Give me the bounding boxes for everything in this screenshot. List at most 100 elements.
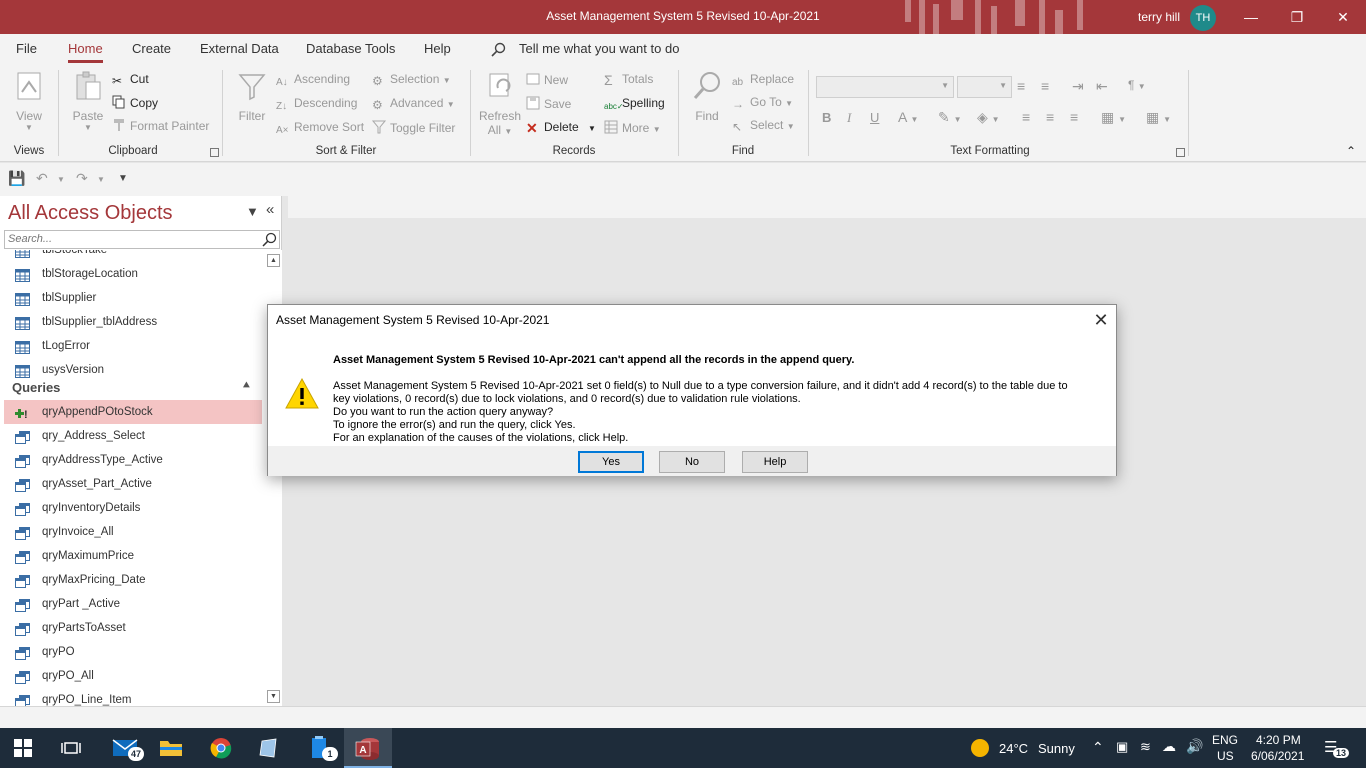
mail-app-button[interactable]: 47: [102, 728, 148, 768]
chevron-down-icon[interactable]: ▼: [57, 175, 65, 184]
tell-me-input[interactable]: Tell me what you want to do: [519, 41, 679, 56]
font-color-button[interactable]: A ▼: [898, 109, 918, 125]
tab-file[interactable]: File: [16, 41, 37, 56]
input-region[interactable]: US: [1217, 749, 1234, 763]
notepad-button[interactable]: 1: [296, 728, 342, 768]
weather-temp[interactable]: 24°C: [999, 741, 1028, 756]
scroll-down-icon[interactable]: ▼: [267, 690, 280, 703]
no-button[interactable]: No: [659, 451, 725, 473]
query-item[interactable]: qryPO: [4, 640, 262, 664]
text-formatting-launcher-icon[interactable]: [1176, 148, 1185, 157]
collapse-ribbon-button[interactable]: ⌃: [1346, 144, 1356, 158]
query-item[interactable]: qryPartsToAsset: [4, 616, 262, 640]
table-item[interactable]: tblStockTake: [4, 250, 262, 262]
chevron-down-icon[interactable]: ▼: [97, 175, 105, 184]
clock-date[interactable]: 6/06/2021: [1251, 749, 1304, 763]
align-left-button[interactable]: ≡: [1022, 109, 1030, 125]
redo-icon[interactable]: ↷: [76, 170, 88, 187]
start-button[interactable]: [0, 728, 46, 768]
query-item[interactable]: qryMaximumPrice: [4, 544, 262, 568]
search-icon[interactable]: [261, 231, 278, 248]
cut-button[interactable]: ✂ Cut: [112, 72, 149, 88]
input-language[interactable]: ENG: [1212, 733, 1238, 747]
nav-title[interactable]: All Access Objects: [8, 202, 173, 225]
font-size-select[interactable]: ▼: [957, 76, 1012, 98]
nav-menu-icon[interactable]: ▼: [246, 204, 259, 219]
weather-description[interactable]: Sunny: [1038, 741, 1075, 756]
fill-color-button[interactable]: ◈ ▼: [977, 109, 1000, 126]
query-item[interactable]: qryMaxPricing_Date: [4, 568, 262, 592]
descending-button[interactable]: Z↓ Descending: [276, 96, 357, 115]
query-item[interactable]: qry_Address_Select: [4, 424, 262, 448]
copy-button[interactable]: Copy: [112, 95, 158, 110]
query-item-selected[interactable]: ! qryAppendPOtoStock: [4, 400, 262, 424]
undo-icon[interactable]: ↶: [36, 170, 48, 187]
nav-search-input[interactable]: [5, 231, 255, 247]
query-item[interactable]: qryPart _Active: [4, 592, 262, 616]
user-name[interactable]: terry hill: [1138, 10, 1180, 24]
spelling-button[interactable]: abc✓Spelling: [604, 96, 665, 116]
customize-toolbar-icon[interactable]: ▼: [118, 173, 128, 184]
remove-sort-button[interactable]: A× Remove Sort: [276, 120, 364, 139]
highlight-button[interactable]: ✎ ▼: [938, 109, 962, 126]
table-item[interactable]: tblStorageLocation: [4, 262, 262, 286]
file-explorer-button[interactable]: [148, 728, 194, 768]
gridlines-button[interactable]: ▦ ▼: [1146, 109, 1171, 126]
yes-button[interactable]: Yes: [578, 451, 644, 473]
find-button[interactable]: Find: [688, 70, 726, 123]
query-item[interactable]: qryPO_All: [4, 664, 262, 688]
scroll-up-icon[interactable]: ▲: [267, 254, 280, 267]
tab-create[interactable]: Create: [132, 41, 171, 56]
shutter-bar-close-icon[interactable]: «: [266, 201, 274, 218]
decrease-indent-button[interactable]: ⇤: [1096, 78, 1108, 95]
collapse-group-icon[interactable]: ⯅: [242, 380, 251, 393]
save-record-button[interactable]: Save: [526, 96, 571, 111]
access-app-button[interactable]: A: [344, 728, 392, 768]
table-item[interactable]: tLogError: [4, 334, 262, 358]
tab-help[interactable]: Help: [424, 41, 451, 56]
help-button[interactable]: Help: [742, 451, 808, 473]
numbering-button[interactable]: ≡: [1041, 78, 1049, 94]
queries-group-header[interactable]: Queries ⯅: [12, 380, 251, 395]
query-item[interactable]: qryAddressType_Active: [4, 448, 262, 472]
save-icon[interactable]: 💾: [8, 170, 25, 187]
sun-icon[interactable]: [970, 738, 990, 758]
minimize-button[interactable]: —: [1228, 0, 1274, 34]
delete-record-button[interactable]: ✕ Delete ▼: [526, 120, 596, 136]
more-button[interactable]: More ▼: [604, 120, 661, 135]
tab-external-data[interactable]: External Data: [200, 41, 279, 56]
query-item[interactable]: qryPO_Line_Item: [4, 688, 262, 706]
query-item[interactable]: qryInventoryDetails: [4, 496, 262, 520]
ascending-button[interactable]: A↓ Ascending: [276, 72, 350, 91]
table-item[interactable]: usysVersion: [4, 358, 262, 382]
bold-button[interactable]: B: [822, 110, 831, 125]
filter-button[interactable]: Filter: [232, 70, 272, 123]
clipboard-launcher-icon[interactable]: [210, 148, 219, 157]
view-button[interactable]: View ▼: [10, 70, 48, 132]
chrome-button[interactable]: [198, 728, 244, 768]
align-center-button[interactable]: ≡: [1046, 109, 1054, 125]
select-button[interactable]: ↖ Select ▼: [732, 118, 795, 134]
restore-button[interactable]: ❐: [1274, 0, 1320, 34]
show-hidden-icons-icon[interactable]: ⌃: [1092, 739, 1104, 756]
volume-icon[interactable]: 🔊: [1186, 738, 1203, 755]
close-window-button[interactable]: ✕: [1320, 0, 1366, 34]
format-painter-button[interactable]: Format Painter: [112, 118, 209, 133]
align-right-button[interactable]: ≡: [1070, 109, 1078, 125]
wifi-icon[interactable]: ≋: [1140, 739, 1151, 755]
table-item[interactable]: tblSupplier: [4, 286, 262, 310]
refresh-all-button[interactable]: Refresh All ▼: [478, 70, 522, 137]
onedrive-cloud-icon[interactable]: ☁: [1162, 738, 1176, 755]
replace-button[interactable]: ab Replace: [732, 72, 794, 91]
font-name-select[interactable]: ▼: [816, 76, 954, 98]
clock-time[interactable]: 4:20 PM: [1256, 733, 1301, 747]
goto-button[interactable]: → Go To ▼: [732, 95, 793, 111]
tab-home[interactable]: Home: [68, 41, 103, 63]
paste-button[interactable]: Paste ▼: [70, 70, 106, 132]
totals-button[interactable]: Σ Totals: [604, 72, 653, 88]
app-button[interactable]: [246, 728, 292, 768]
alternate-row-color-button[interactable]: ▦ ▼: [1101, 109, 1126, 126]
text-direction-button[interactable]: ¶ ▼: [1128, 78, 1146, 92]
selection-button[interactable]: ⚙ Selection ▼: [372, 72, 451, 88]
query-item[interactable]: qryAsset_Part_Active: [4, 472, 262, 496]
